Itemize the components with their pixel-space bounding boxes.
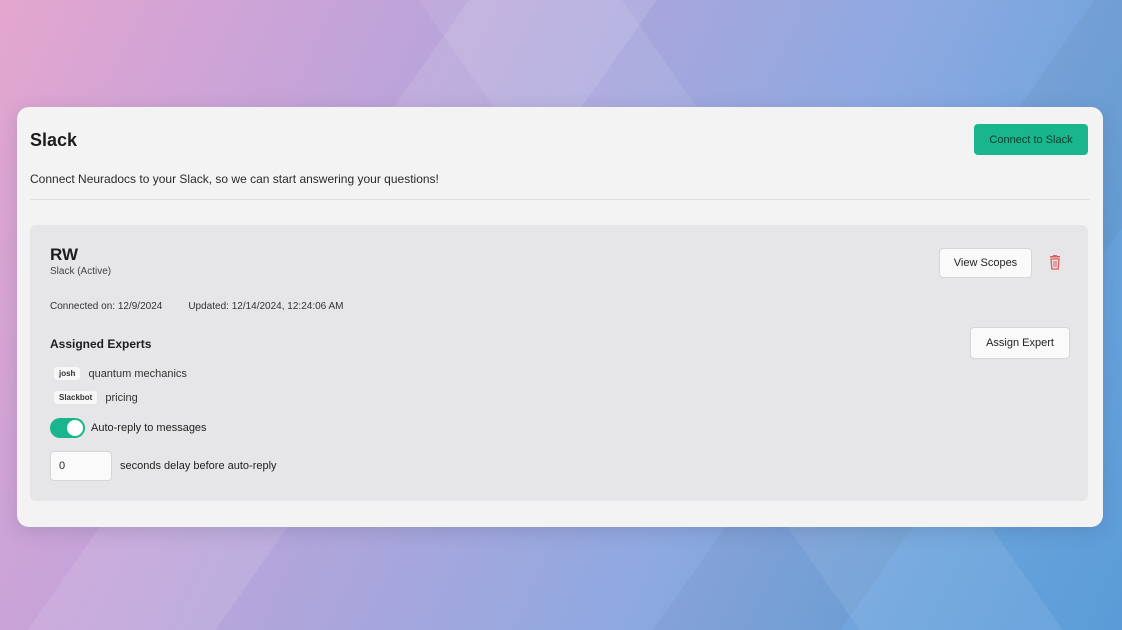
workspace-status: Slack (Active) [50, 266, 112, 277]
page-title: Slack [30, 130, 78, 150]
slack-settings-card: Slack Connect to Slack Connect Neuradocs… [17, 107, 1103, 527]
expert-skill: pricing [105, 391, 138, 404]
expert-row: Slackbot pricing [54, 391, 138, 404]
auto-reply-label: Auto-reply to messages [91, 422, 207, 434]
auto-reply-setting: Auto-reply to messages [50, 418, 207, 438]
auto-reply-delay-setting: seconds delay before auto-reply [50, 451, 277, 481]
assigned-experts-heading: Assigned Experts [50, 337, 152, 351]
auto-reply-toggle[interactable] [50, 418, 85, 438]
page-subtitle: Connect Neuradocs to your Slack, so we c… [30, 172, 439, 186]
assign-expert-button[interactable]: Assign Expert [970, 327, 1070, 359]
connection-meta: Connected on: 12/9/2024 Updated: 12/14/2… [50, 301, 343, 312]
connected-on-date: Connected on: 12/9/2024 [50, 301, 163, 312]
divider [30, 199, 1090, 200]
workspace-integration-panel: RW Slack (Active) View Scopes Connected … [30, 225, 1088, 501]
workspace-name: RW [50, 245, 79, 264]
delay-label: seconds delay before auto-reply [120, 460, 277, 472]
updated-date: Updated: 12/14/2024, 12:24:06 AM [188, 301, 344, 312]
connect-to-slack-button[interactable]: Connect to Slack [974, 124, 1088, 155]
delay-seconds-input[interactable] [50, 451, 112, 481]
expert-row: josh quantum mechanics [54, 367, 187, 380]
expert-skill: quantum mechanics [88, 367, 187, 380]
expert-name-tag: josh [54, 367, 81, 380]
expert-name-tag: Slackbot [54, 391, 98, 404]
view-scopes-button[interactable]: View Scopes [939, 248, 1032, 278]
trash-icon[interactable] [1048, 255, 1062, 271]
toggle-knob [67, 420, 83, 436]
